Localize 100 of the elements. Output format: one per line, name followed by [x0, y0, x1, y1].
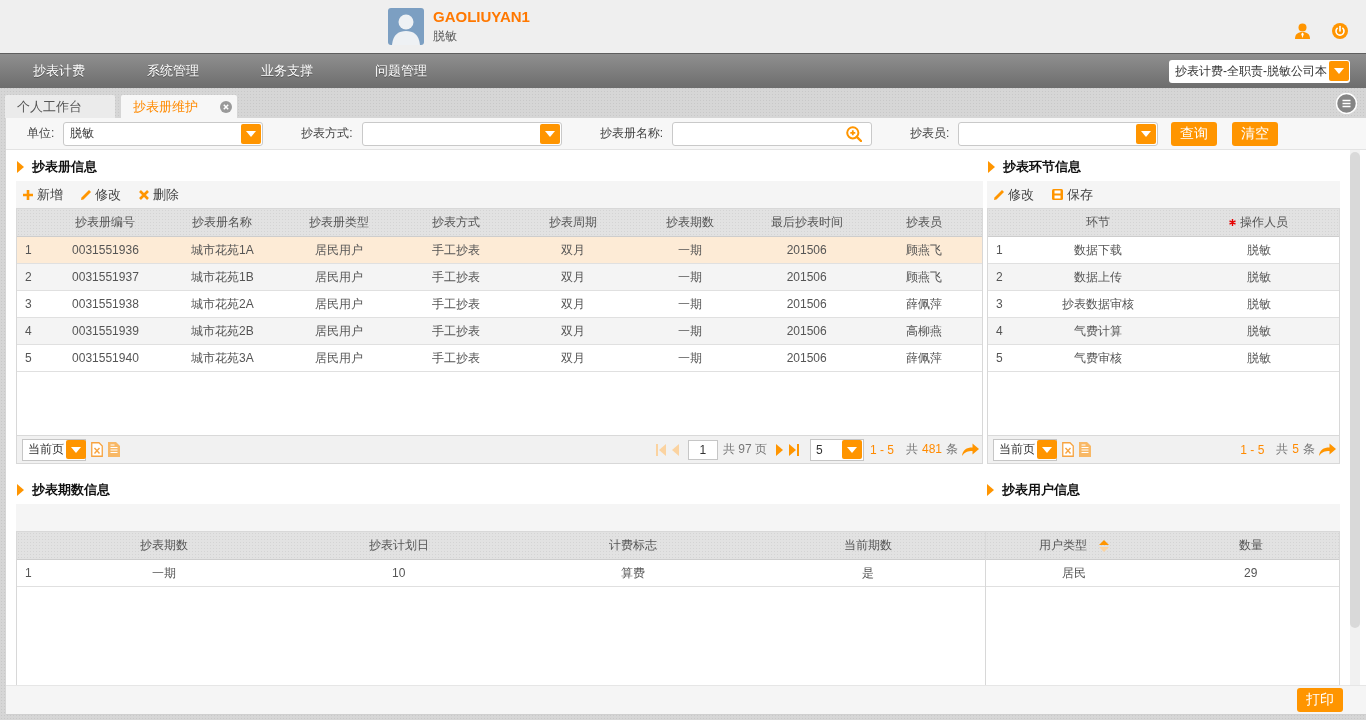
dropdown-button[interactable] — [841, 440, 862, 459]
filter-label: 单位: — [27, 125, 55, 142]
table-cell: 抄表数据审核 — [1062, 295, 1135, 313]
table-cell: 201506 — [786, 270, 827, 284]
table-cell: 201506 — [786, 351, 827, 365]
column-header[interactable]: 用户类型 — [1039, 537, 1088, 554]
table-row[interactable]: 2 数据上传 脱敏 — [988, 264, 1339, 291]
toolbar-button[interactable]: 新增 — [23, 185, 63, 204]
table-row[interactable]: 1 0031551936 城市花苑1A 居民用户 手工抄表 双月 一期 201506 顾燕飞 — [17, 237, 982, 264]
column-header: 抄表册编号 — [75, 214, 136, 231]
dropdown-button[interactable] — [241, 123, 262, 144]
table-cell: 双月 — [560, 268, 585, 286]
triangle-icon — [988, 161, 995, 173]
next-page-icon[interactable] — [775, 443, 783, 456]
column-header: 抄表员 — [905, 214, 942, 231]
record-range: 1 - 5 — [1240, 442, 1265, 457]
table-cell: 薛佩萍 — [905, 295, 942, 313]
close-icon[interactable] — [220, 100, 232, 113]
select-field[interactable] — [958, 121, 1159, 146]
search-icon[interactable] — [846, 125, 863, 142]
section-title: 抄表用户信息 — [1002, 481, 1080, 499]
document-x-icon[interactable] — [91, 442, 103, 457]
table-row[interactable]: 4 气费计算 脱敏 — [988, 318, 1339, 345]
user-icon[interactable] — [1295, 22, 1310, 39]
page-size-select[interactable]: 5 — [809, 438, 864, 461]
row-number: 3 — [25, 297, 32, 311]
table-cell: 城市花苑3A — [190, 349, 254, 367]
page-mode-select[interactable]: 当前页 — [22, 438, 86, 461]
table-cell: 0031551938 — [72, 297, 139, 311]
forward-arrow-icon[interactable] — [1319, 443, 1336, 456]
table-cell: 一期 — [677, 268, 702, 286]
user-organization: 脱敏 — [433, 28, 458, 45]
page-input[interactable]: 1 — [687, 439, 718, 460]
table-cell: 手工抄表 — [432, 241, 481, 259]
table-row[interactable]: 2 0031551937 城市花苑1B 居民用户 手工抄表 双月 一期 201506 顾燕飞 — [17, 264, 982, 291]
triangle-icon — [17, 161, 24, 173]
table-cell: 双月 — [560, 241, 585, 259]
toolbar-button[interactable]: 修改 — [81, 185, 121, 204]
dropdown-button[interactable] — [66, 440, 86, 459]
document-icon[interactable] — [108, 442, 120, 457]
menu-item[interactable]: 业务支撑 — [234, 59, 340, 83]
filter-label: 抄表员: — [910, 125, 950, 142]
menu-item[interactable]: 系统管理 — [120, 59, 226, 83]
search-field[interactable] — [672, 121, 873, 146]
table-cell: 201506 — [786, 243, 827, 257]
table-cell: 数据下载 — [1074, 241, 1123, 259]
table-cell: 高柳燕 — [905, 322, 942, 340]
table-row[interactable]: 4 0031551939 城市花苑2B 居民用户 手工抄表 双月 一期 201506 高柳燕 — [17, 318, 982, 345]
toolbar-button[interactable]: 删除 — [139, 185, 179, 204]
tab[interactable]: 个人工作台 — [5, 95, 115, 118]
table-cell: 0031551936 — [72, 243, 139, 257]
table-cell: 城市花苑2B — [190, 322, 254, 340]
column-header: 当前期数 — [843, 537, 892, 554]
table-cell: 双月 — [560, 295, 585, 313]
last-page-icon[interactable] — [788, 443, 799, 456]
caret-icon — [71, 446, 81, 453]
select-field[interactable]: 脱敏 — [63, 121, 264, 146]
menu-item[interactable]: 抄表计费 — [6, 59, 112, 83]
row-number: 5 — [25, 351, 32, 365]
dropdown-button[interactable] — [1329, 61, 1349, 81]
document-icon[interactable] — [1079, 442, 1091, 457]
power-icon[interactable] — [1332, 22, 1348, 39]
table-cell: 0031551939 — [72, 324, 139, 338]
row-number: 5 — [996, 351, 1003, 365]
menu-item[interactable]: 问题管理 — [348, 59, 454, 83]
document-x-icon[interactable] — [1062, 442, 1074, 457]
dropdown-button[interactable] — [1136, 123, 1157, 144]
table-cell: 居民用户 — [315, 322, 364, 340]
column-header: 抄表期数 — [665, 214, 714, 231]
section-title: 抄表期数信息 — [32, 481, 110, 499]
row-number: 2 — [996, 270, 1003, 284]
page-total: 共 97 页 — [722, 441, 767, 458]
row-number: 1 — [25, 243, 32, 257]
avatar-icon — [388, 8, 424, 45]
pencil-icon — [81, 189, 91, 200]
table-cell: 201506 — [786, 297, 827, 311]
table-cell: 双月 — [560, 322, 585, 340]
dropdown-button[interactable] — [1037, 440, 1057, 459]
toolbar-button[interactable]: 保存 — [1052, 185, 1093, 204]
table-cell: 薛佩萍 — [905, 349, 942, 367]
table-cell: 数据上传 — [1074, 268, 1123, 286]
table-cell: 10 — [392, 566, 406, 580]
table-cell: 一期 — [677, 349, 702, 367]
section-title: 抄表册信息 — [32, 158, 97, 176]
table-cell: 居民用户 — [315, 349, 364, 367]
role-select[interactable]: 抄表计费-全职责-脱敏公司本 — [1169, 59, 1350, 83]
page-mode-select[interactable]: 当前页 — [993, 438, 1057, 461]
sort-icon[interactable] — [1099, 539, 1110, 552]
record-total: 共 5 条 — [1276, 441, 1315, 458]
menu-icon[interactable] — [1336, 92, 1357, 114]
dropdown-button[interactable] — [539, 123, 560, 144]
column-header: 抄表计划日 — [368, 537, 429, 554]
table-cell: 居民用户 — [315, 295, 364, 313]
select-field[interactable] — [361, 121, 562, 146]
toolbar-button[interactable]: 修改 — [994, 185, 1034, 204]
record-total: 共 481 条 — [905, 441, 958, 458]
column-header: 环节 — [1086, 214, 1111, 231]
table-cell: 一期 — [677, 241, 702, 259]
cross-icon — [139, 189, 149, 200]
forward-arrow-icon[interactable] — [962, 443, 979, 456]
